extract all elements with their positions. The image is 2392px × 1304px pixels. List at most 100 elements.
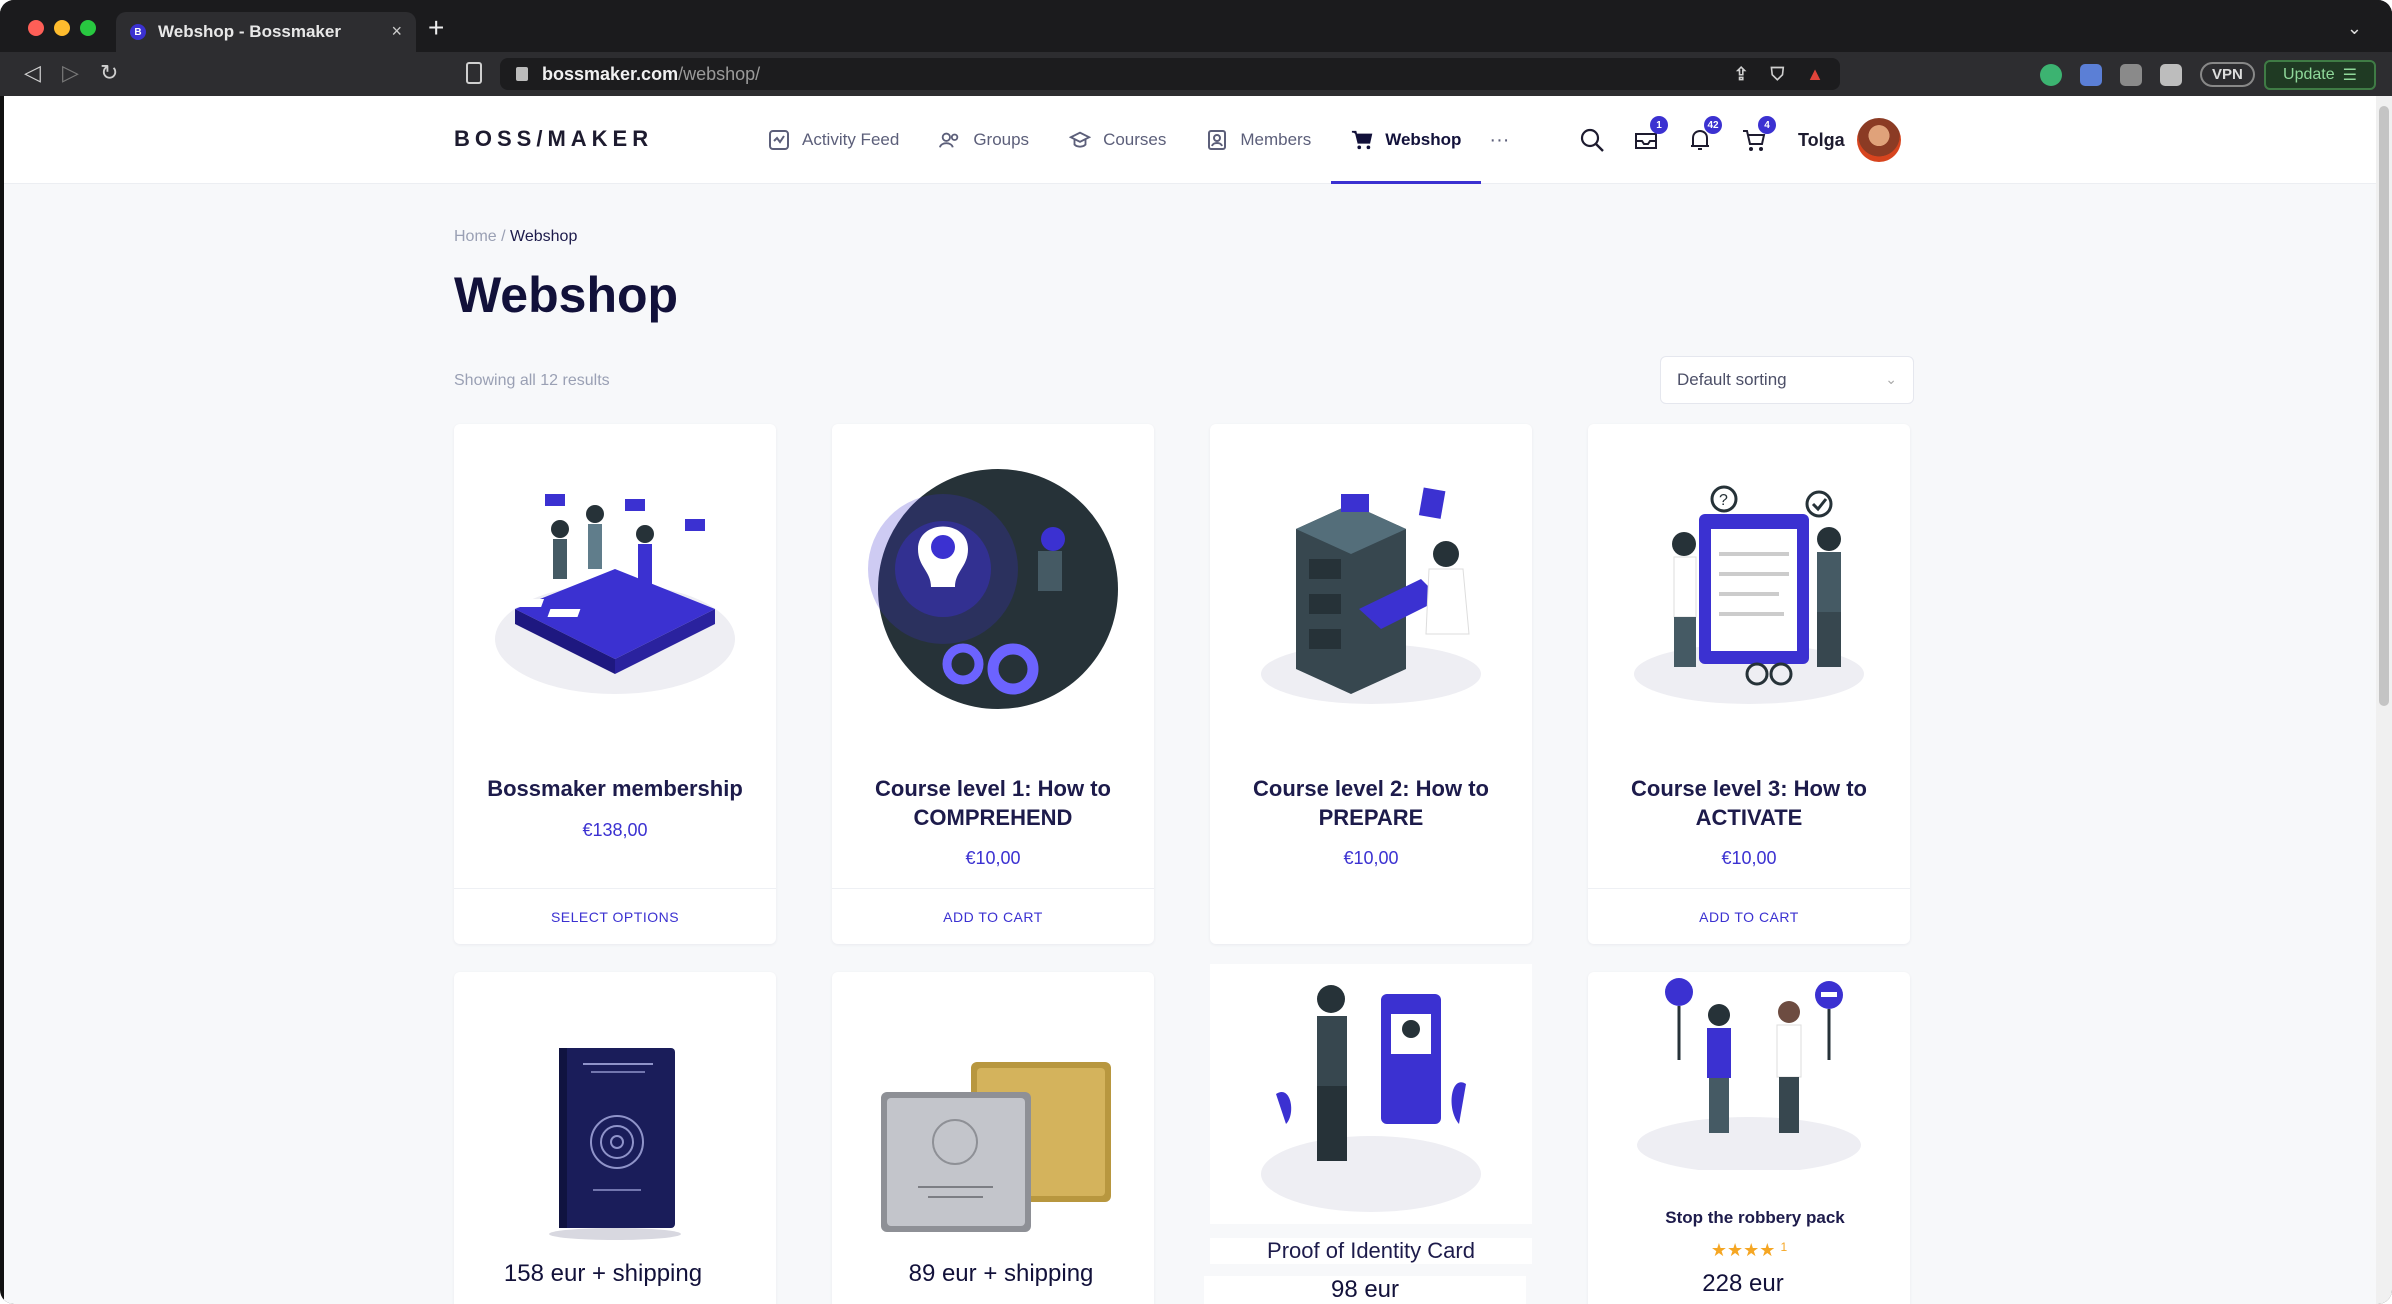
- tab-bar: B Webshop - Bossmaker × + ⌄: [0, 0, 2392, 52]
- chevron-down-icon: ⌄: [1885, 371, 1897, 387]
- activity-icon: [768, 129, 790, 151]
- add-to-cart-button[interactable]: ADD TO CART: [832, 888, 1154, 944]
- product-image-book[interactable]: [454, 1032, 776, 1252]
- product-image-course-2[interactable]: [1210, 424, 1532, 754]
- product-title[interactable]: Course level 3: How to ACTIVATE: [1608, 774, 1890, 832]
- new-tab-icon[interactable]: +: [428, 14, 444, 42]
- reload-icon[interactable]: ↻: [100, 60, 118, 86]
- add-to-cart-button[interactable]: ADD TO CART: [1588, 888, 1910, 944]
- product-title[interactable]: Bossmaker membership: [474, 774, 756, 803]
- rating-count: 1: [1780, 1240, 1788, 1254]
- cart-header-icon[interactable]: 4: [1740, 116, 1776, 154]
- camera-icon[interactable]: [2120, 63, 2142, 86]
- main-nav: Activity Feed Groups Courses Members Web…: [748, 96, 1509, 184]
- star-icon: ★★★★: [1710, 1240, 1776, 1260]
- nav-label: Activity Feed: [802, 130, 900, 149]
- site-logo[interactable]: BOSS/MAKER: [454, 126, 653, 152]
- web-page: BOSS/MAKER Activity Feed Groups Courses …: [4, 96, 2376, 1304]
- nav-item-groups[interactable]: Groups: [919, 96, 1049, 184]
- share-icon[interactable]: ⇪: [1734, 64, 1749, 85]
- nav-item-webshop[interactable]: Webshop: [1331, 96, 1482, 184]
- header-actions: 1 42 4 Tolga: [1578, 116, 1901, 162]
- nav-label: Members: [1240, 130, 1312, 149]
- page-title: Webshop: [454, 267, 679, 323]
- product-card[interactable]: Bossmaker membership €138,00 SELECT OPTI…: [454, 424, 776, 944]
- shield-icon[interactable]: ⛉: [1771, 64, 1785, 85]
- warning-icon[interactable]: ▲: [1806, 64, 1824, 85]
- puzzle-icon[interactable]: [2160, 63, 2182, 86]
- nav-item-courses[interactable]: Courses: [1049, 96, 1186, 184]
- product-image-course-1[interactable]: [832, 424, 1154, 754]
- product-title[interactable]: Stop the robbery pack: [1594, 1208, 1916, 1228]
- update-label: Update: [2283, 66, 2335, 83]
- product-price: 158 eur + shipping: [503, 1260, 703, 1287]
- chevron-down-icon[interactable]: ⌄: [2347, 18, 2362, 39]
- translate-icon[interactable]: [2080, 63, 2102, 86]
- product-card[interactable]: ? Course level 3: How to ACTIVATE €10,00…: [1588, 424, 1910, 944]
- user-name[interactable]: Tolga: [1798, 130, 1845, 151]
- bell-icon[interactable]: 42: [1686, 116, 1722, 154]
- product-image-plaques[interactable]: [832, 1032, 1154, 1252]
- breadcrumb-home[interactable]: Home: [454, 228, 497, 245]
- product-title[interactable]: Course level 2: How to PREPARE: [1230, 774, 1512, 832]
- tab-title: Webshop - Bossmaker: [158, 22, 341, 41]
- update-button[interactable]: Update ☰: [2264, 60, 2376, 90]
- product-card[interactable]: 158 eur + shipping: [454, 972, 776, 1304]
- product-price: €10,00: [965, 848, 1021, 868]
- product-title[interactable]: Proof of Identity Card: [1210, 1238, 1532, 1264]
- maximize-window-button[interactable]: [80, 20, 96, 36]
- avatar[interactable]: [1856, 118, 1901, 162]
- more-icon[interactable]: ···: [1481, 96, 1509, 184]
- browser-tab[interactable]: B Webshop - Bossmaker ×: [116, 12, 416, 52]
- bookmark-icon[interactable]: [466, 62, 482, 84]
- close-tab-icon[interactable]: ×: [391, 21, 402, 42]
- product-card[interactable]: Course level 1: How to COMPREHEND €10,00…: [832, 424, 1154, 944]
- sort-selected-value: Default sorting: [1677, 370, 1787, 389]
- product-image-identity-card[interactable]: [1210, 964, 1532, 1224]
- nav-label: Webshop: [1385, 130, 1462, 149]
- close-window-button[interactable]: [28, 20, 44, 36]
- product-price: €10,00: [1343, 848, 1399, 868]
- product-card[interactable]: Course level 2: How to PREPARE €10,00: [1210, 424, 1532, 944]
- product-price: €138,00: [582, 820, 648, 840]
- courses-icon: [1069, 129, 1092, 151]
- nav-item-members[interactable]: Members: [1186, 96, 1331, 184]
- cart-icon: [1351, 129, 1373, 151]
- product-card[interactable]: Proof of Identity Card 98 eur: [1204, 964, 1532, 1304]
- product-image-course-3[interactable]: ?: [1588, 424, 1910, 754]
- minimize-window-button[interactable]: [54, 20, 70, 36]
- product-image-membership[interactable]: [454, 424, 776, 754]
- select-options-button[interactable]: SELECT OPTIONS: [454, 888, 776, 944]
- browser-toolbar: ◁ ▷ ↻ bossmaker.com/webshop/ ⇪ ⛉ ▲ VPN U…: [0, 52, 2392, 96]
- extension-green-icon[interactable]: [2040, 63, 2062, 86]
- forward-icon[interactable]: ▷: [62, 60, 79, 86]
- nav-item-activity-feed[interactable]: Activity Feed: [748, 96, 919, 184]
- product-card[interactable]: 89 eur + shipping: [832, 972, 1154, 1304]
- url-host: bossmaker.com: [542, 63, 679, 84]
- product-image-robbery-pack[interactable]: [1588, 970, 1910, 1170]
- product-title[interactable]: Course level 1: How to COMPREHEND: [852, 774, 1134, 832]
- svg-text:?: ?: [1719, 492, 1728, 509]
- menu-icon: ☰: [2342, 67, 2357, 84]
- groups-icon: [939, 129, 961, 151]
- product-price: 89 eur + shipping: [908, 1260, 1094, 1287]
- address-bar[interactable]: bossmaker.com/webshop/ ⇪ ⛉ ▲: [500, 58, 1840, 90]
- extensions-bar: VPN: [2040, 62, 2255, 87]
- url-path: /webshop/: [678, 63, 761, 84]
- result-count: Showing all 12 results: [454, 372, 610, 389]
- breadcrumb-current: Webshop: [510, 228, 578, 245]
- vpn-badge[interactable]: VPN: [2200, 62, 2255, 87]
- members-icon: [1206, 129, 1228, 151]
- messages-icon[interactable]: 1: [1632, 116, 1668, 154]
- search-icon[interactable]: [1578, 126, 1606, 154]
- back-icon[interactable]: ◁: [24, 60, 41, 86]
- notifications-badge: 42: [1704, 116, 1722, 134]
- product-price: 228 eur: [1702, 1270, 1784, 1297]
- product-price: 98 eur: [1204, 1276, 1526, 1304]
- product-card[interactable]: Stop the robbery pack ★★★★ 1 228 eur: [1588, 972, 1910, 1304]
- nav-label: Courses: [1103, 130, 1167, 149]
- sort-select[interactable]: Default sorting ⌄: [1660, 356, 1914, 404]
- page-scrollbar[interactable]: [2376, 96, 2392, 1304]
- scrollbar-thumb[interactable]: [2379, 106, 2389, 706]
- messages-badge: 1: [1650, 116, 1668, 134]
